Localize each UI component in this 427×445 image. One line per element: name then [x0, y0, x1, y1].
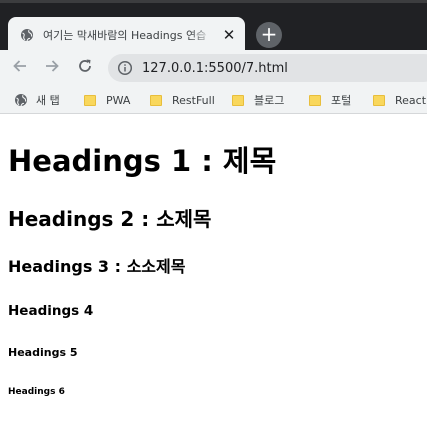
bookmark-folder-restfull[interactable]: RestFull: [150, 92, 215, 108]
bookmark-folder-portal[interactable]: 포털: [309, 92, 351, 108]
bookmark-folder-react[interactable]: React: [373, 92, 426, 108]
bookmark-label: PWA: [106, 93, 131, 107]
heading-5: Headings 5: [8, 346, 78, 359]
page-content: Headings 1 : 제목 Headings 2 : 소제목 Heading…: [0, 115, 427, 445]
active-tab[interactable]: 여기는 막새바람의 Headings 연습 ✕: [8, 17, 245, 53]
heading-2: Headings 2 : 소제목: [8, 207, 212, 231]
arrow-right-icon: [44, 58, 60, 78]
toolbar: 127.0.0.1:5500/7.html: [0, 50, 427, 86]
globe-icon: [20, 28, 34, 42]
bookmark-folder-pwa[interactable]: PWA: [84, 92, 130, 108]
address-bar[interactable]: 127.0.0.1:5500/7.html: [108, 54, 427, 82]
url-text: 127.0.0.1:5500/7.html: [142, 61, 288, 76]
info-icon[interactable]: [117, 60, 133, 76]
folder-icon: [232, 94, 244, 106]
folder-icon: [373, 94, 385, 106]
close-icon[interactable]: ✕: [221, 27, 237, 43]
heading-6: Headings 6: [8, 387, 65, 397]
bookmark-label: React: [395, 93, 427, 107]
bookmark-label: 포털: [331, 94, 352, 107]
heading-4: Headings 4: [8, 303, 94, 319]
heading-1: Headings 1 : 제목: [8, 144, 277, 178]
bookmark-folder-blog[interactable]: 블로그: [232, 92, 284, 108]
arrow-left-icon: [12, 58, 28, 78]
reload-icon: [77, 58, 93, 78]
bookmark-new-tab[interactable]: 새 탭: [14, 92, 60, 108]
globe-icon: [14, 93, 28, 107]
reload-button[interactable]: [73, 56, 97, 80]
tab-strip: 여기는 막새바람의 Headings 연습 ✕ +: [0, 0, 427, 53]
bookmark-label: 새 탭: [36, 94, 60, 107]
forward-button[interactable]: [40, 56, 64, 80]
back-button[interactable]: [8, 56, 32, 80]
folder-icon: [309, 94, 321, 106]
folder-icon: [150, 94, 162, 106]
bookmark-label: 블로그: [254, 94, 285, 107]
tab-title: 여기는 막새바람의 Headings 연습: [43, 29, 207, 42]
heading-3: Headings 3 : 소소제목: [8, 257, 186, 276]
bookmark-label: RestFull: [172, 93, 215, 107]
folder-icon: [84, 94, 96, 106]
bookmarks-bar: 새 탭 PWA RestFull 블로그 포털 React: [0, 86, 427, 114]
new-tab-button[interactable]: +: [256, 22, 282, 48]
browser-window: 여기는 막새바람의 Headings 연습 ✕ + 127.0.0.1:5500…: [0, 0, 427, 445]
